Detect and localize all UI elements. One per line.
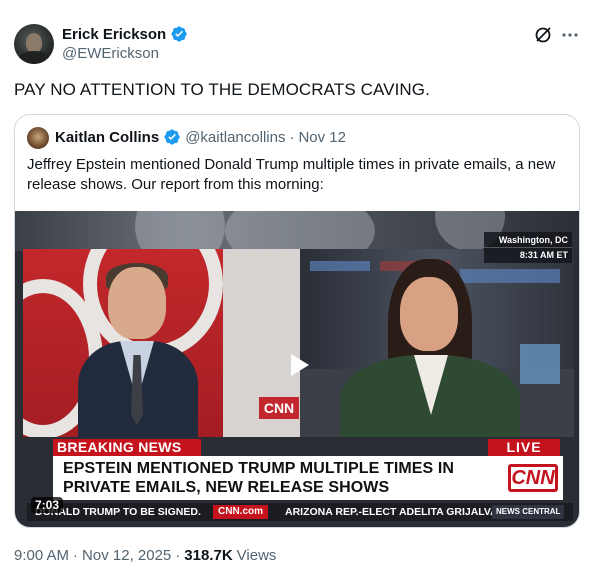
grok-icon[interactable] [533,25,553,45]
ticker-brand: CNN.com [213,505,269,519]
live-label: LIVE [488,439,560,456]
video-player[interactable]: CNN Washington, DC 8:31 AM ET BREAKING N… [15,211,579,527]
quoted-tweet[interactable]: Kaitlan Collins @kaitlancollins · Nov 12… [14,114,580,528]
tweet-time[interactable]: 9:00 AM [14,547,69,564]
quoted-author-name[interactable]: Kaitlan Collins [55,129,159,146]
time-label: 8:31 AM ET [484,247,572,263]
author-name[interactable]: Erick Erickson [62,26,166,43]
separator: · [289,128,295,146]
quoted-author-handle[interactable]: @kaitlancollins [185,129,285,146]
news-ticker: DONALD TRUMP TO BE SIGNED. CNN.com ARIZO… [27,503,573,521]
author-name-row: Erick Erickson [62,25,188,43]
quoted-date[interactable]: Nov 12 [298,129,346,146]
quoted-header: Kaitlan Collins @kaitlancollins · Nov 12 [55,128,346,146]
tweet: Erick Erickson @EWErickson PAY NO ATTENT… [0,0,593,576]
headline-box: EPSTEIN MENTIONED TRUMP MULTIPLE TIMES I… [53,456,563,500]
play-icon[interactable] [285,351,313,379]
location-box: Washington, DC 8:31 AM ET [484,232,572,263]
video-headline: EPSTEIN MENTIONED TRUMP MULTIPLE TIMES I… [63,460,455,496]
author-avatar[interactable] [14,24,54,64]
tweet-date[interactable]: Nov 12, 2025 [82,547,171,564]
cnn-logo-small: CNN [259,397,299,419]
quoted-author-avatar[interactable] [27,127,49,149]
ticker-right: ARIZONA REP.-ELECT ADELITA GRIJALVA [285,506,498,518]
verified-badge-icon [171,26,187,42]
ticker-tag: NEWS CENTRAL [492,505,565,519]
video-right-panel [300,249,574,437]
quoted-text: Jeffrey Epstein mentioned Donald Trump m… [27,156,556,193]
views-label: Views [236,547,277,564]
verified-badge-icon [164,129,180,145]
cnn-logo: CNN [508,464,558,492]
female-anchor [340,259,520,437]
more-icon[interactable] [560,25,580,45]
tweet-meta: 9:00 AM · Nov 12, 2025 · 318.7K Views [14,547,276,564]
location-label: Washington, DC [498,235,568,245]
breaking-news-label: BREAKING NEWS [53,439,201,456]
video-duration: 7:03 [31,497,64,513]
separator: · [73,547,79,564]
male-anchor [78,263,198,437]
author-handle[interactable]: @EWErickson [62,45,159,62]
views-count: 318.7K [184,547,233,564]
tweet-text: PAY NO ATTENTION TO THE DEMOCRATS CAVING… [14,80,430,99]
separator: · [175,547,181,564]
